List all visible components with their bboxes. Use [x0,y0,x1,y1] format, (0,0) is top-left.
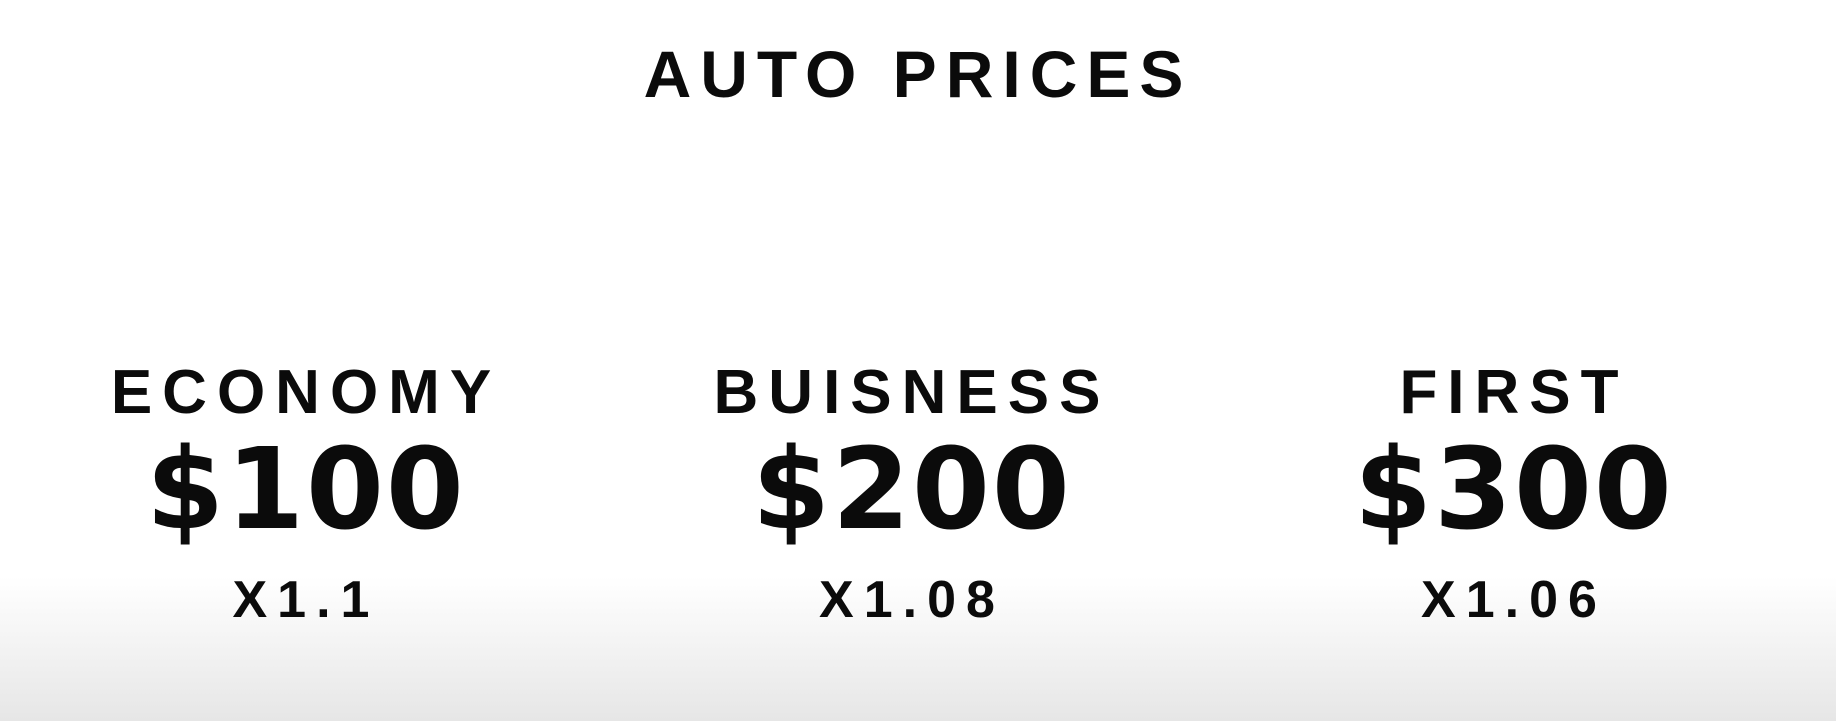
tier-price: $200 [752,425,1072,555]
tier-name: BUISNESS [713,358,1111,427]
tier-multiplier: X1.1 [232,571,380,629]
tier-name: ECONOMY [110,358,502,427]
tier-economy: ECONOMY $100 X1.1 [46,358,566,630]
tier-multiplier: X1.08 [819,571,1005,629]
tier-business: BUISNESS $200 X1.08 [652,358,1172,630]
page-title: AUTO PRICES [643,37,1193,111]
tier-multiplier: X1.06 [1421,571,1607,629]
tier-name: FIRST [1399,358,1629,427]
tier-price: $100 [146,425,466,555]
tier-price: $300 [1354,425,1674,555]
tier-first: FIRST $300 X1.06 [1254,358,1774,630]
